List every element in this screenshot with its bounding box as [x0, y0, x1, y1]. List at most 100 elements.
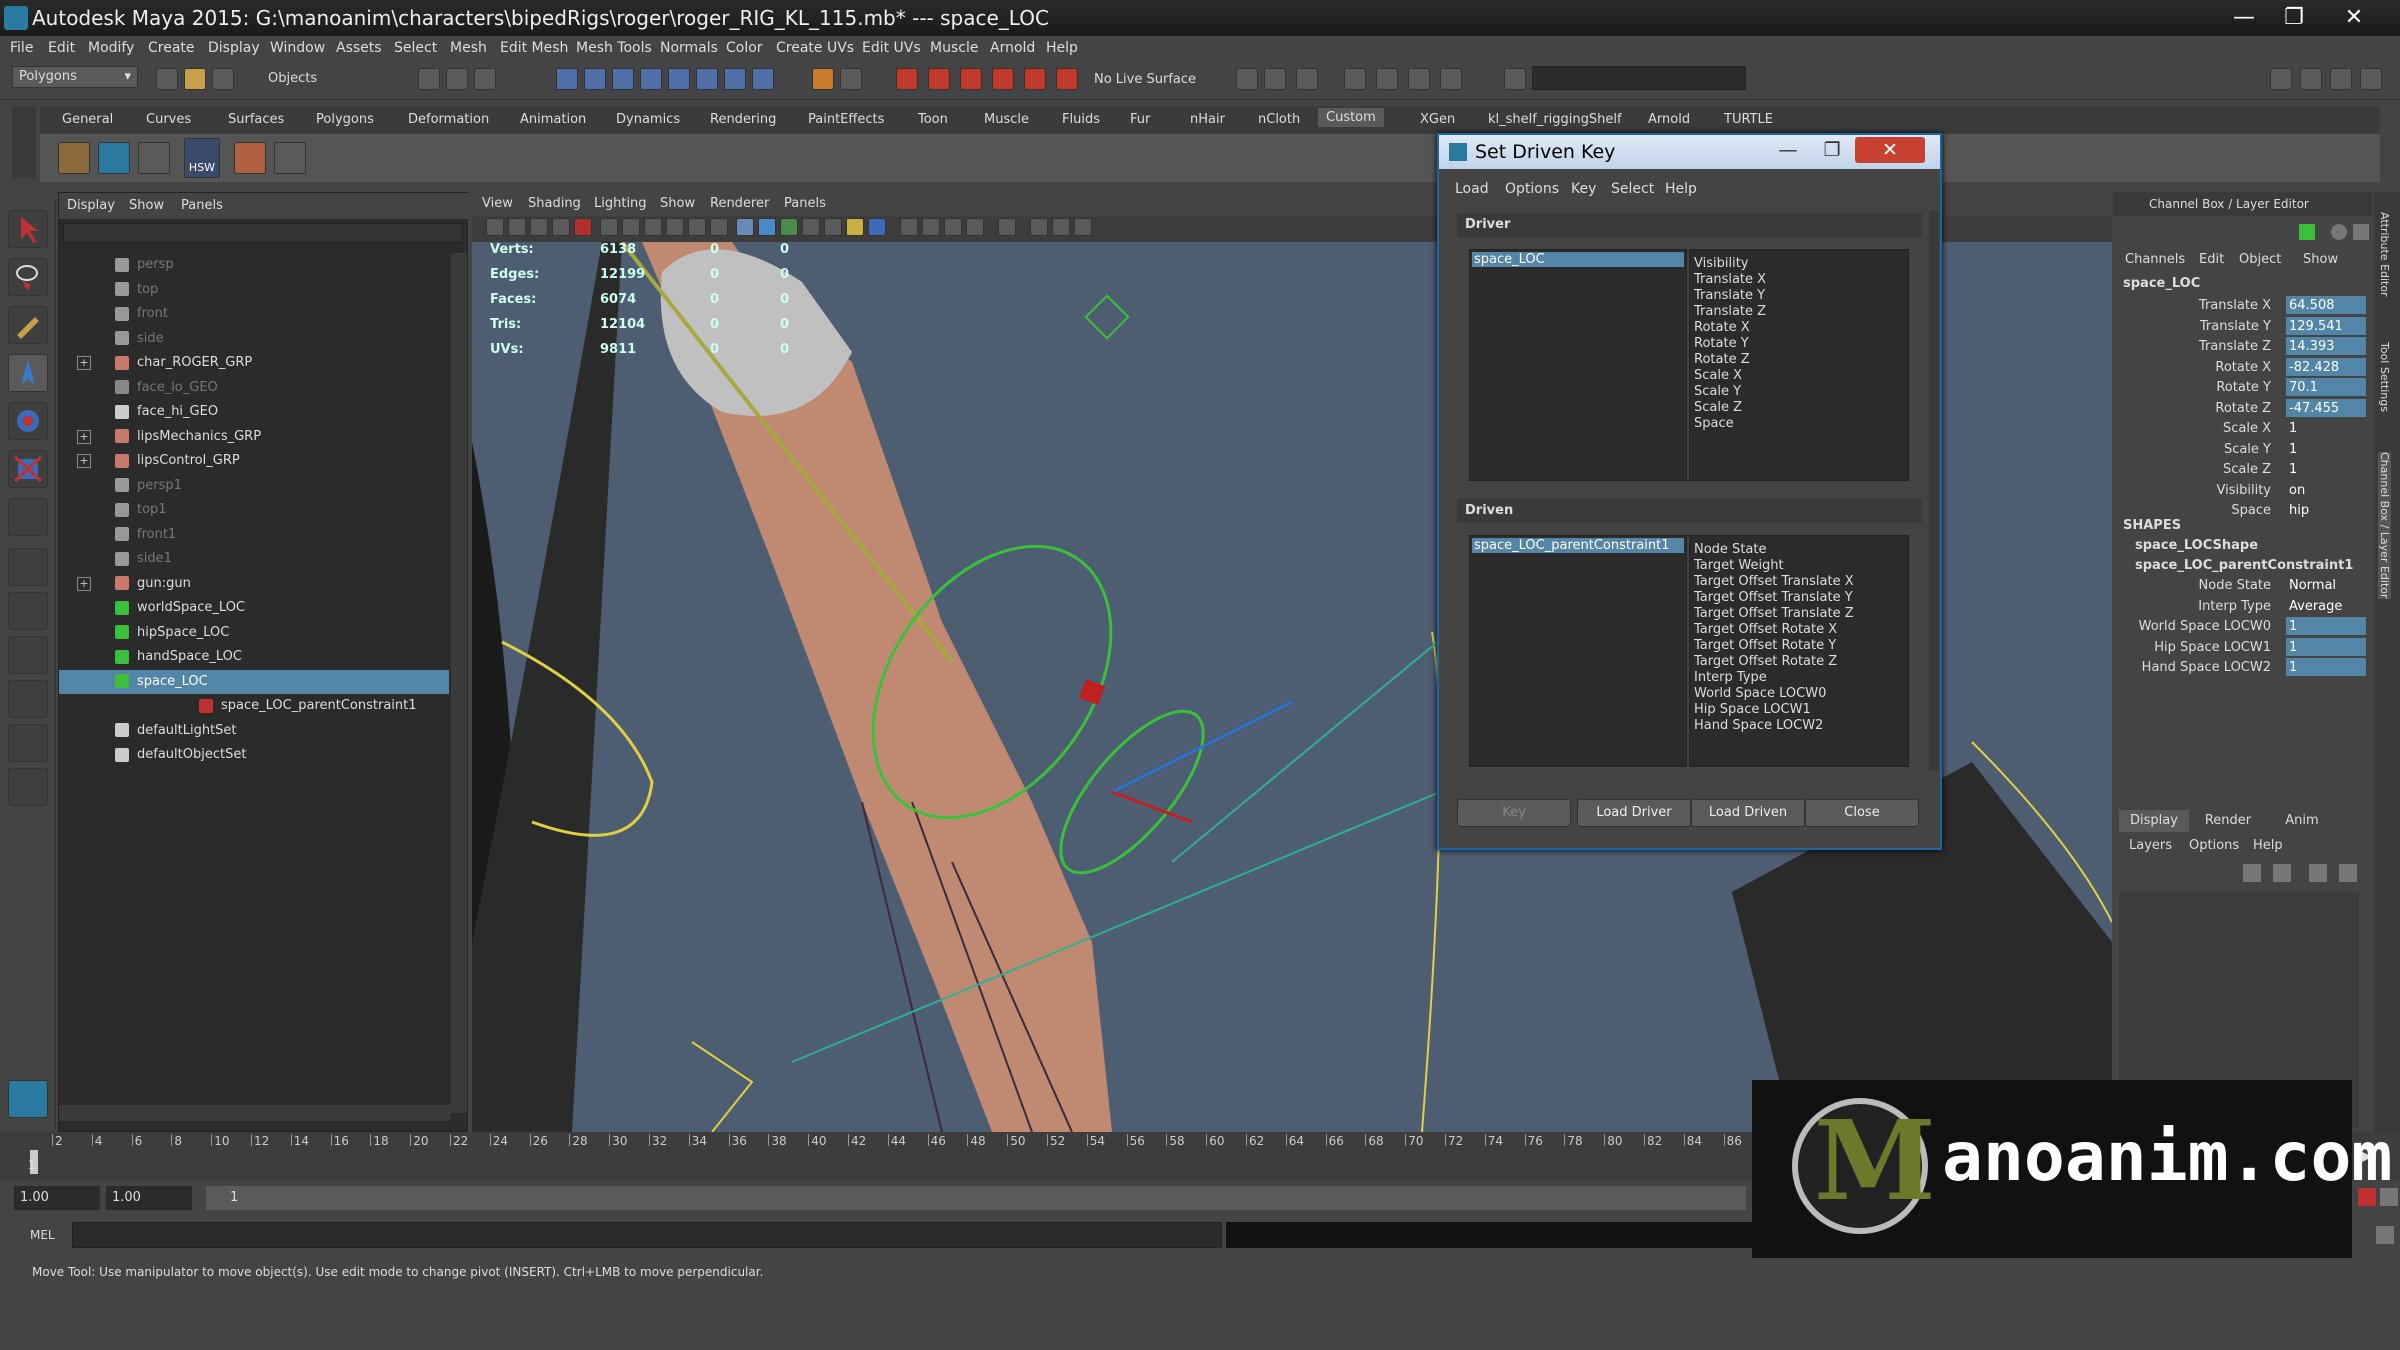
sdk-attr-item[interactable]: Space — [1694, 416, 1766, 432]
sdk-attr-item[interactable]: Target Weight — [1694, 558, 1854, 574]
highlight-selection-icon[interactable] — [840, 68, 862, 90]
cb-attr-value[interactable]: Normal — [2286, 576, 2366, 594]
image-plane-icon[interactable] — [552, 218, 570, 236]
outliner-item[interactable]: defaultObjectSet — [59, 743, 449, 767]
cb-attr-value[interactable]: 14.393 — [2286, 337, 2366, 355]
safe-action-icon[interactable] — [710, 218, 728, 236]
cb-attr-row[interactable]: Hand Space LOCW2 1 — [2113, 658, 2366, 678]
sdk-attr-item[interactable]: Scale Z — [1694, 400, 1766, 416]
layer-tab-render[interactable]: Render — [2193, 810, 2263, 832]
wireframe-on-shaded-icon[interactable] — [780, 218, 798, 236]
sdk-attr-item[interactable]: Rotate Z — [1694, 352, 1766, 368]
playback-start-field[interactable]: 1.00 — [106, 1186, 192, 1210]
toggle-attribute-editor-icon[interactable] — [2300, 68, 2322, 90]
shelf-tab-painteffects[interactable]: PaintEffects — [808, 112, 884, 127]
cb-attr-row[interactable]: Node State Normal — [2113, 576, 2363, 596]
animation-start-field[interactable]: 1.00 — [14, 1186, 100, 1210]
wireframe-icon[interactable] — [736, 218, 754, 236]
layout-single-pane-icon[interactable] — [8, 548, 48, 586]
mel-label[interactable]: MEL — [30, 1228, 55, 1242]
side-tab-attribute-editor[interactable]: Attribute Editor — [2378, 212, 2391, 297]
sdk-attr-item[interactable]: Rotate Y — [1694, 336, 1766, 352]
cb-attr-row[interactable]: Scale Z 1 — [2113, 460, 2363, 480]
cb-menu-edit[interactable]: Edit — [2199, 252, 2224, 267]
menu-mesh-tools[interactable]: Mesh Tools — [576, 40, 652, 56]
outliner-item[interactable]: persp1 — [59, 474, 449, 498]
layer-tab-anim[interactable]: Anim — [2267, 810, 2337, 832]
sdk-attr-item[interactable]: Target Offset Rotate X — [1694, 622, 1854, 638]
side-tab-tool-settings[interactable]: Tool Settings — [2378, 342, 2391, 412]
layout-persp-graph-icon[interactable] — [8, 680, 48, 718]
outliner-item[interactable]: space_LOC — [59, 669, 449, 694]
outliner-item[interactable]: side — [59, 327, 449, 351]
film-gate-icon[interactable] — [622, 218, 640, 236]
outliner-item[interactable]: gun:gun — [59, 572, 449, 596]
outliner-item[interactable]: worldSpace_LOC — [59, 596, 449, 620]
sdk-menu-options[interactable]: Options — [1505, 181, 1559, 197]
layer-tab-display[interactable]: Display — [2119, 810, 2189, 832]
snap-grid-icon[interactable] — [556, 68, 578, 90]
cb-menu-object[interactable]: Object — [2239, 252, 2281, 267]
outliner-icon[interactable] — [1408, 68, 1430, 90]
sdk-driver-attr-list[interactable]: Visibility Translate X Translate Y Translat… — [1689, 249, 1909, 481]
menu-create-uvs[interactable]: Create UVs — [776, 40, 854, 56]
cb-attr-value[interactable]: 70.1 — [2286, 378, 2366, 396]
rotate-tool-icon[interactable] — [8, 402, 48, 440]
render-settings-icon[interactable] — [1296, 68, 1318, 90]
toggle-modeling-toolkit-icon[interactable] — [2270, 68, 2292, 90]
snap-align-icon[interactable] — [928, 68, 950, 90]
menu-modify[interactable]: Modify — [88, 40, 134, 56]
close-window-button[interactable]: ✕ — [2336, 4, 2372, 32]
shelf-script-icon[interactable] — [274, 142, 306, 174]
menu-edit-mesh[interactable]: Edit Mesh — [500, 40, 568, 56]
viewport-menu-show[interactable]: Show — [660, 196, 695, 211]
render-current-frame-icon[interactable] — [1236, 68, 1258, 90]
shelf-tab-toon[interactable]: Toon — [918, 112, 948, 127]
shelf-tab-fluids[interactable]: Fluids — [1062, 112, 1100, 127]
viewport-menu-lighting[interactable]: Lighting — [594, 196, 647, 211]
outliner-item[interactable]: space_LOC_parentConstraint1 — [149, 694, 449, 718]
sdk-attr-item[interactable]: Visibility — [1694, 256, 1766, 272]
cb-attr-row[interactable]: Visibility on — [2113, 481, 2363, 501]
shelf-tab-dynamics[interactable]: Dynamics — [616, 112, 680, 127]
isolate-select-icon[interactable] — [998, 218, 1016, 236]
outliner-item[interactable]: face_hi_GEO — [59, 400, 449, 424]
shelf-tab-turtle[interactable]: TURTLE — [1724, 112, 1773, 127]
sdk-attr-item[interactable]: Translate Y — [1694, 288, 1766, 304]
quick-select-input[interactable] — [1532, 66, 1746, 90]
maximize-button[interactable]: ❐ — [2276, 4, 2312, 32]
outliner-item[interactable]: top — [59, 278, 449, 302]
side-tab-channel-box[interactable]: Channel Box / Layer Editor — [2378, 452, 2391, 599]
graph-editor-icon[interactable] — [1376, 68, 1398, 90]
sdk-driven-object-item[interactable]: space_LOC_parentConstraint1 — [1472, 538, 1684, 553]
sdk-attr-item[interactable]: Target Offset Translate X — [1694, 574, 1854, 590]
menu-file[interactable]: File — [10, 40, 33, 56]
cb-attr-row[interactable]: Translate Z 14.393 — [2113, 337, 2366, 357]
sdk-attr-item[interactable]: Hand Space LOCW2 — [1694, 718, 1854, 734]
sdk-attr-item[interactable]: Node State — [1694, 542, 1854, 558]
2d-pan-zoom-icon[interactable] — [574, 218, 592, 236]
sdk-attr-item[interactable]: Scale X — [1694, 368, 1766, 384]
paint-select-tool-icon[interactable] — [8, 306, 48, 344]
camera-attributes-icon[interactable] — [508, 218, 526, 236]
shelf-rig-tool-icon[interactable] — [58, 142, 90, 174]
multisample-icon[interactable] — [922, 218, 940, 236]
sdk-attr-item[interactable]: Interp Type — [1694, 670, 1854, 686]
layout-persp-uv-icon[interactable] — [8, 768, 48, 806]
cb-attr-row[interactable]: Rotate X -82.428 — [2113, 357, 2366, 378]
input-output-icon[interactable] — [696, 68, 718, 90]
outliner-item[interactable]: top1 — [59, 498, 449, 522]
make-live-icon[interactable] — [668, 68, 690, 90]
sdk-driver-object-item[interactable]: space_LOC — [1472, 252, 1684, 267]
shelf-tab-xgen[interactable]: XGen — [1420, 112, 1455, 127]
scale-tool-icon[interactable] — [8, 450, 48, 488]
lasso-tool-icon[interactable] — [8, 258, 48, 296]
lock-icon[interactable] — [812, 68, 834, 90]
depth-of-field-icon[interactable] — [944, 218, 962, 236]
shelf-python-script-icon[interactable] — [138, 142, 170, 174]
outliner-scrollbar[interactable] — [451, 253, 467, 1113]
select-camera-icon[interactable] — [486, 218, 504, 236]
shelf-tab-surfaces[interactable]: Surfaces — [228, 112, 284, 127]
cb-attr-value[interactable]: -47.455 — [2286, 398, 2366, 417]
outliner-item[interactable]: handSpace_LOC — [59, 645, 449, 669]
